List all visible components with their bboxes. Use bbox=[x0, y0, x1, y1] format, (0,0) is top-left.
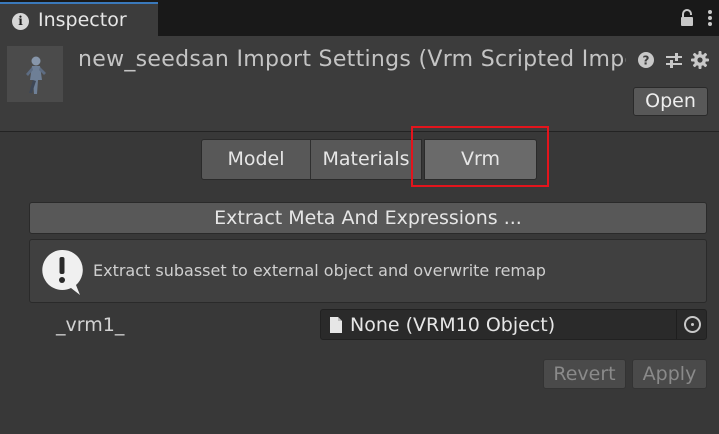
tab-strip: i Inspector bbox=[0, 0, 719, 36]
inspector-header: new_seedsan Import Settings (Vrm Scripte… bbox=[0, 36, 719, 132]
gear-icon[interactable] bbox=[690, 50, 710, 70]
preset-sliders-icon[interactable] bbox=[664, 50, 684, 70]
help-icon[interactable]: ? bbox=[636, 50, 656, 70]
open-button[interactable]: Open bbox=[633, 87, 708, 116]
revert-button[interactable]: Revert bbox=[543, 359, 626, 389]
lock-icon[interactable] bbox=[680, 9, 694, 27]
help-text: Extract subasset to external object and … bbox=[93, 261, 546, 280]
tab-materials[interactable]: Materials bbox=[310, 139, 422, 180]
exclamation-speech-bubble-icon bbox=[42, 249, 83, 295]
file-icon bbox=[330, 317, 342, 333]
model-preview-thumbnail bbox=[7, 46, 63, 102]
vrm1-property-label: _vrm1_ bbox=[56, 314, 125, 336]
tab-inspector[interactable]: i Inspector bbox=[0, 2, 158, 36]
selection-highlight-box bbox=[411, 126, 549, 187]
tab-inspector-label: Inspector bbox=[38, 9, 127, 31]
import-settings-title: new_seedsan Import Settings (Vrm Scripte… bbox=[78, 47, 626, 72]
more-options-icon[interactable] bbox=[708, 10, 712, 26]
object-picker-button[interactable] bbox=[676, 310, 706, 339]
svg-text:?: ? bbox=[643, 54, 650, 68]
info-icon: i bbox=[12, 13, 29, 30]
vrm10-object-field[interactable]: None (VRM10 Object) bbox=[320, 309, 707, 340]
tab-model[interactable]: Model bbox=[201, 139, 311, 180]
object-field-value: None (VRM10 Object) bbox=[350, 314, 556, 336]
extract-meta-and-expressions-button[interactable]: Extract Meta And Expressions ... bbox=[29, 202, 707, 234]
apply-button[interactable]: Apply bbox=[632, 359, 707, 389]
help-box: Extract subasset to external object and … bbox=[29, 239, 707, 303]
target-icon bbox=[684, 316, 701, 333]
